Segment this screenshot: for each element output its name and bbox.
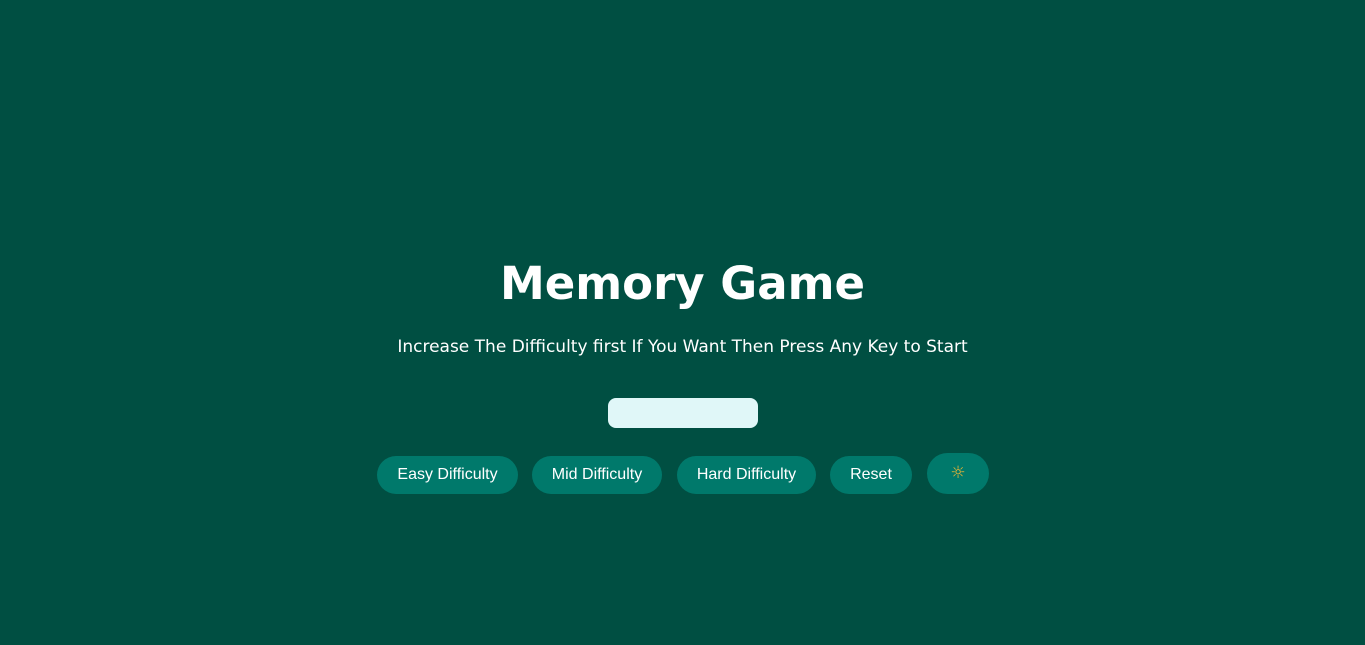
easy-difficulty-button[interactable]: Easy Difficulty	[377, 456, 518, 494]
game-page: Memory Game Increase The Difficulty firs…	[0, 0, 1365, 645]
instructions-text: Increase The Difficulty first If You Wan…	[397, 337, 968, 357]
reset-button[interactable]: Reset	[830, 456, 912, 494]
sun-icon: ☼	[950, 463, 966, 483]
difficulty-controls: Easy Difficulty Mid Difficulty Hard Diff…	[0, 453, 1365, 494]
hard-difficulty-button[interactable]: Hard Difficulty	[677, 456, 816, 494]
level-display-box	[608, 398, 758, 428]
theme-toggle-button[interactable]: ☼	[927, 453, 989, 494]
mid-difficulty-button[interactable]: Mid Difficulty	[532, 456, 662, 494]
page-title: Memory Game	[499, 257, 865, 310]
